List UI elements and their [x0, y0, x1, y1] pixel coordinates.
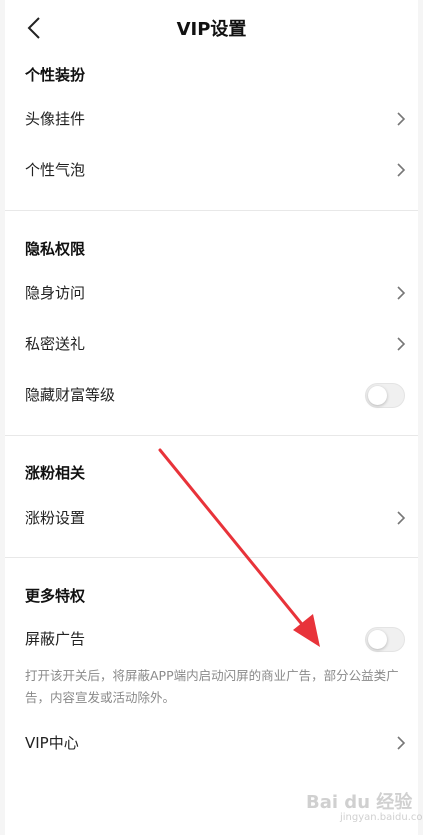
- page-title: VIP设置: [176, 19, 247, 40]
- row-label: 屏蔽广告: [25, 630, 86, 648]
- section-divider: [5, 557, 418, 558]
- header-bar: VIP设置: [5, 0, 418, 56]
- section-divider: [5, 435, 418, 436]
- chevron-right-icon: [397, 112, 406, 126]
- watermark-logo: Bai du 经验 jingyan.baidu.com: [300, 778, 423, 828]
- row-hide-wealth-level: 隐藏财富等级: [5, 371, 418, 419]
- settings-page: VIP设置 个性装扮 头像挂件 个性气泡 隐私权限 隐身访问 私密送礼 隐藏财富…: [5, 0, 418, 835]
- row-label: VIP中心: [25, 734, 79, 752]
- row-vip-center[interactable]: VIP中心: [5, 719, 418, 767]
- row-chat-bubble[interactable]: 个性气泡: [5, 146, 418, 194]
- row-stealth-visit[interactable]: 隐身访问: [5, 269, 418, 317]
- row-label: 头像挂件: [25, 110, 86, 128]
- toggle-knob: [368, 630, 387, 649]
- chevron-right-icon: [397, 736, 406, 750]
- row-block-ads: 屏蔽广告: [5, 615, 418, 663]
- section-title-style: 个性装扮: [25, 66, 86, 84]
- section-divider: [5, 210, 418, 211]
- row-private-gift[interactable]: 私密送礼: [5, 320, 418, 368]
- row-fans-settings[interactable]: 涨粉设置: [5, 494, 418, 542]
- section-title-more: 更多特权: [25, 587, 86, 605]
- toggle-knob: [368, 386, 387, 405]
- block-ads-toggle[interactable]: [365, 627, 405, 652]
- hide-wealth-level-toggle[interactable]: [365, 383, 405, 408]
- row-label: 个性气泡: [25, 161, 86, 179]
- row-label: 隐身访问: [25, 284, 86, 302]
- chevron-right-icon: [397, 163, 406, 177]
- row-label: 私密送礼: [25, 335, 86, 353]
- chevron-right-icon: [397, 511, 406, 525]
- chevron-right-icon: [397, 337, 406, 351]
- section-title-privacy: 隐私权限: [25, 240, 86, 258]
- row-label: 隐藏财富等级: [25, 386, 116, 404]
- row-label: 涨粉设置: [25, 509, 86, 527]
- row-avatar-pendant[interactable]: 头像挂件: [5, 95, 418, 143]
- section-title-fans: 涨粉相关: [25, 464, 86, 482]
- block-ads-description: 打开该开关后，将屏蔽APP端内启动闪屏的商业广告，部分公益类广告，内容宣发或活动…: [25, 668, 399, 705]
- watermark-text: Bai du 经验: [306, 792, 413, 813]
- watermark-sub: jingyan.baidu.com: [340, 812, 423, 823]
- chevron-right-icon: [397, 286, 406, 300]
